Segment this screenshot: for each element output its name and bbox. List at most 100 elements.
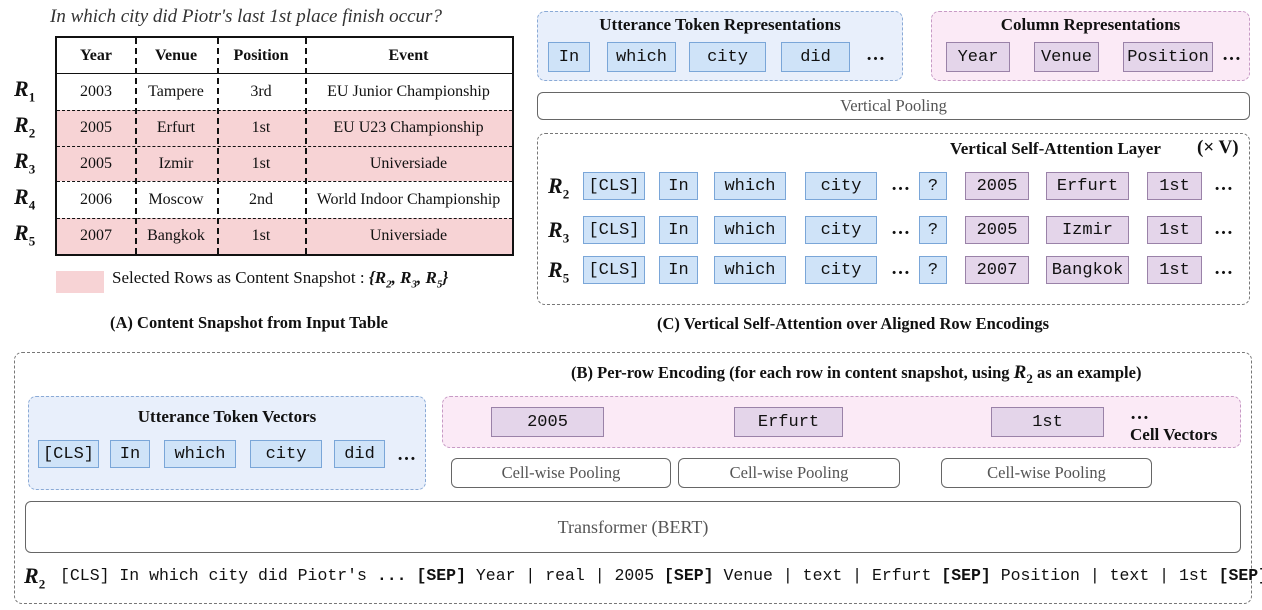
table-cell-position: 2nd [249, 190, 273, 208]
row-label-r2: R2 [14, 112, 36, 141]
sequence-separator: [SEP] ... [1218, 566, 1262, 585]
legend-set-item-sub: 3 [411, 278, 417, 291]
row-label-r1: R1 [14, 75, 36, 104]
input-sequence: [CLS] In which city did Piotr's ... [SEP… [60, 566, 1262, 585]
vsa-utterance-token: which [714, 256, 786, 284]
utterance-vectors-title: Utterance Token Vectors [137, 407, 317, 426]
utterance-repr-token: did [781, 42, 850, 72]
utterance-vector-token: city [250, 440, 322, 468]
utterance-vector-token: In [110, 440, 150, 468]
vertical-pooling-box: Vertical Pooling [537, 92, 1250, 120]
table-cell-position: 1st [251, 227, 271, 244]
vsa-utterance-token: [CLS] [583, 172, 645, 200]
cell-vector-ellipsis: … [1130, 403, 1149, 424]
row-label-r5: R5 [548, 257, 570, 286]
vsa-ellipsis: … [1214, 258, 1233, 279]
table-row-divider [57, 110, 512, 111]
table-cell-position: 1st [251, 119, 271, 136]
utterance-repr-token: city [689, 42, 766, 72]
table-cell-venue: Tampere [148, 82, 204, 100]
vsa-times-v: (× V) [1197, 137, 1239, 158]
row-label-sub: 3 [562, 230, 570, 246]
sequence-separator: ... [SEP] [376, 566, 466, 585]
vsa-ellipsis: … [891, 174, 910, 195]
table-cell-year: 2007 [80, 227, 112, 244]
vsa-utterance-token: [CLS] [583, 256, 645, 284]
table-cell-year: 2005 [80, 119, 112, 136]
sequence-segment: Year | real | 2005 [465, 566, 665, 585]
table-header-venue: Venue [154, 46, 198, 64]
table-header-event: Event [388, 46, 429, 64]
row-label-sub: 1 [28, 88, 36, 104]
table-cell-year: 2005 [80, 154, 112, 172]
legend-set-item: R2 [374, 268, 392, 291]
row-label-r4: R4 [14, 183, 36, 212]
table-cell-event: Universiade [369, 227, 448, 244]
vsa-cell-token: 1st [1147, 256, 1202, 284]
table-row: 2005 Erfurt 1st EU U23 Championship [57, 110, 512, 146]
caption-c: (C) Vertical Self-Attention over Aligned… [657, 314, 1050, 333]
table-row: 2006 Moscow 2nd World Indoor Championship [57, 181, 512, 218]
caption-b-text: (B) Per-row Encoding (for each row in co… [571, 363, 1010, 382]
table-column-divider [217, 38, 219, 254]
row-label-sub: 2 [28, 125, 36, 141]
legend-set-item: R5 [425, 268, 443, 291]
vsa-ellipsis: … [1214, 218, 1233, 239]
table-row-divider [57, 218, 512, 219]
table-cell-year: 2006 [80, 190, 112, 208]
legend-swatch [56, 271, 104, 293]
table-row-divider [57, 146, 512, 147]
vsa-question-token: ? [919, 256, 947, 284]
column-repr-ellipsis: … [1222, 44, 1241, 65]
table-header-position: Position [233, 46, 289, 64]
sequence-separator: [SEP] [941, 566, 991, 585]
vsa-cell-token: Izmir [1046, 216, 1129, 244]
sequence-segment: [CLS] In which city did Piotr's [60, 566, 377, 585]
vsa-cell-token: 2005 [965, 216, 1029, 244]
utterance-vector-token: which [164, 440, 236, 468]
cell-wise-pooling-box: Cell-wise Pooling [678, 458, 900, 488]
vsa-utterance-token: In [659, 172, 698, 200]
vsa-cell-token: 2005 [965, 172, 1029, 200]
legend-text: Selected Rows as Content Snapshot : {R2,… [112, 268, 448, 290]
table-row-divider [57, 181, 512, 182]
row-label-sub: 5 [28, 233, 36, 249]
row-label-sub: 4 [28, 196, 36, 212]
legend-set-item-sub: 5 [436, 278, 443, 291]
vsa-cell-token: 1st [1147, 216, 1202, 244]
cell-vector-token: 1st [991, 407, 1104, 437]
vsa-utterance-token: city [805, 172, 877, 200]
table-header-year: Year [80, 46, 112, 64]
vsa-utterance-token: city [805, 256, 877, 284]
legend-label: Selected Rows as Content Snapshot : [112, 268, 365, 287]
vsa-utterance-token: city [805, 216, 877, 244]
vsa-ellipsis: … [891, 218, 910, 239]
utterance-repr-token: In [548, 42, 590, 72]
column-repr-token: Position [1123, 42, 1213, 72]
caption-b-row-sub: 2 [1026, 370, 1033, 386]
table-header-rule [57, 73, 512, 74]
table-cell-venue: Moscow [148, 190, 204, 208]
legend-set-item-sub: 2 [386, 278, 392, 291]
vsa-cell-token: 1st [1147, 172, 1202, 200]
row-label-sub: 5 [562, 270, 570, 286]
table-cell-position: 1st [251, 154, 271, 172]
vsa-cell-token: Erfurt [1046, 172, 1129, 200]
sequence-separator: [SEP] [664, 566, 714, 585]
table-cell-event: EU Junior Championship [327, 82, 490, 100]
vsa-utterance-token: In [659, 256, 698, 284]
vsa-cell-token: 2007 [965, 256, 1029, 284]
legend-set: {R2, R3, R5} [368, 268, 449, 291]
cell-vectors-title: Cell Vectors [1130, 425, 1218, 444]
vsa-title: Vertical Self-Attention Layer [950, 139, 1161, 158]
row-label-r3: R3 [548, 217, 570, 246]
vsa-ellipsis: … [891, 258, 910, 279]
vsa-utterance-token: [CLS] [583, 216, 645, 244]
sequence-segment: Venue | text | Erfurt [713, 566, 942, 585]
utterance-vector-ellipsis: … [397, 444, 416, 465]
table-column-divider [135, 38, 137, 254]
transformer-box: Transformer (BERT) [25, 501, 1241, 553]
row-label-r3: R3 [14, 147, 36, 176]
table-cell-event: Universiade [369, 154, 448, 172]
table-row: 2007 Bangkok 1st Universiade [57, 218, 512, 254]
